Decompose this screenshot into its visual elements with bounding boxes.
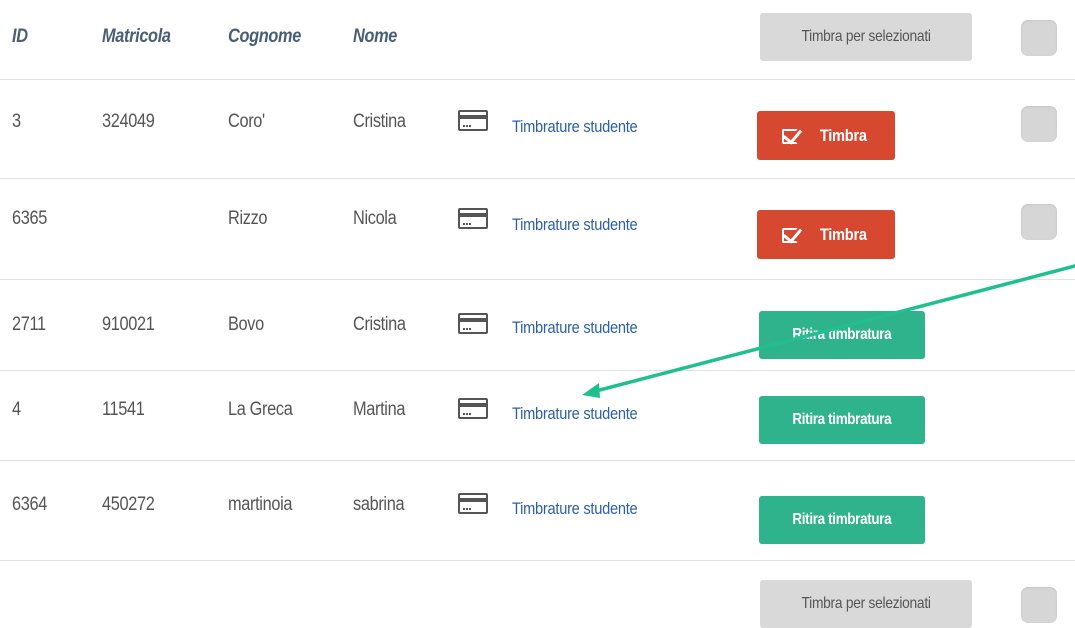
table-row: 6364 450272 martinoia sabrina Timbrature… <box>0 461 1075 561</box>
credit-card-icon <box>458 313 488 334</box>
cell-id: 6364 <box>12 494 47 515</box>
check-square-icon <box>781 222 804 244</box>
timbrature-studente-link[interactable]: Timbrature studente <box>512 404 638 424</box>
column-header-cognome: Cognome <box>228 26 301 47</box>
cell-matricola: 450272 <box>102 494 155 515</box>
timbra-button[interactable]: Timbra <box>757 111 895 160</box>
cell-id: 6365 <box>12 208 47 229</box>
cell-id: 4 <box>12 399 21 420</box>
cell-matricola: 324049 <box>102 111 155 132</box>
cell-nome: sabrina <box>353 494 405 515</box>
cell-nome: Cristina <box>353 111 406 132</box>
cell-matricola: 910021 <box>102 314 155 335</box>
credit-card-icon <box>458 493 488 514</box>
column-header-nome: Nome <box>353 26 398 47</box>
ritira-timbratura-button[interactable]: Ritira timbratura <box>759 311 925 359</box>
select-all-checkbox-bottom[interactable] <box>1021 587 1057 623</box>
cell-matricola: 11541 <box>102 399 145 420</box>
cell-cognome: Bovo <box>228 314 264 335</box>
timbrature-studente-link[interactable]: Timbrature studente <box>512 215 638 235</box>
table-header: ID Matricola Cognome Nome Timbra per sel… <box>0 0 1075 80</box>
timbra-button[interactable]: Timbra <box>757 210 895 259</box>
credit-card-icon <box>458 208 488 229</box>
row-select-checkbox[interactable] <box>1021 204 1057 240</box>
table-row: 2711 910021 Bovo Cristina Timbrature stu… <box>0 280 1075 371</box>
cell-id: 3 <box>12 111 21 132</box>
timbrature-studente-link[interactable]: Timbrature studente <box>512 499 638 519</box>
cell-cognome: martinoia <box>228 494 293 515</box>
cell-nome: Cristina <box>353 314 406 335</box>
select-all-checkbox-top[interactable] <box>1021 20 1057 56</box>
column-header-id: ID <box>12 26 28 47</box>
cell-id: 2711 <box>12 314 46 335</box>
table-row: 6365 Rizzo Nicola Timbrature studente Ti… <box>0 179 1075 280</box>
ritira-timbratura-button[interactable]: Ritira timbratura <box>759 496 925 544</box>
credit-card-icon <box>458 110 488 131</box>
table-row: 3 324049 Coro' Cristina Timbrature stude… <box>0 80 1075 179</box>
table-footer: Timbra per selezionati <box>0 561 1075 628</box>
row-select-checkbox[interactable] <box>1021 106 1057 142</box>
column-header-matricola: Matricola <box>102 26 171 47</box>
cell-cognome: Rizzo <box>228 208 268 229</box>
check-square-icon <box>781 123 804 145</box>
timbrature-studente-link[interactable]: Timbrature studente <box>512 318 638 338</box>
table-row: 4 11541 La Greca Martina Timbrature stud… <box>0 371 1075 461</box>
bulk-timbra-button-top[interactable]: Timbra per selezionati <box>760 13 972 61</box>
cell-nome: Martina <box>353 399 406 420</box>
ritira-timbratura-button[interactable]: Ritira timbratura <box>759 396 925 444</box>
timbrature-studente-link[interactable]: Timbrature studente <box>512 117 638 137</box>
bulk-timbra-button-bottom[interactable]: Timbra per selezionati <box>760 580 972 628</box>
cell-cognome: La Greca <box>228 399 293 420</box>
credit-card-icon <box>458 398 488 419</box>
cell-cognome: Coro' <box>228 111 265 132</box>
cell-nome: Nicola <box>353 208 397 229</box>
